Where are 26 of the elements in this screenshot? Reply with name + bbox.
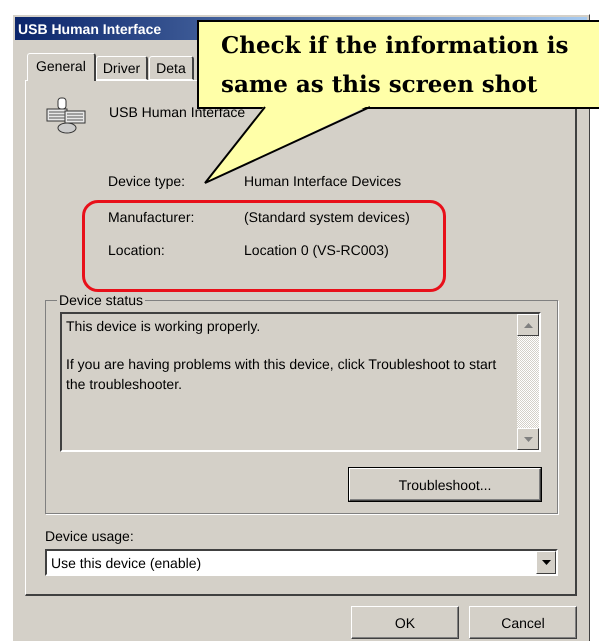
scrollbar[interactable] xyxy=(517,314,539,450)
property-label: Location: xyxy=(108,242,166,258)
dialog-button[interactable]: Cancel xyxy=(469,606,577,639)
down-arrow-icon xyxy=(524,436,532,442)
field-label: Device usage: xyxy=(45,528,135,544)
up-arrow-icon xyxy=(524,322,532,328)
status-text: If you are having problems with this device, click Troubleshoot to start the troubleshooter. xyxy=(66,355,498,394)
window-title: USB Human Interface xyxy=(18,20,162,36)
property-label: Device type: xyxy=(108,173,186,189)
tab[interactable]: Deta xyxy=(149,56,194,80)
property-value: (Standard system devices) xyxy=(244,209,411,225)
group-title: Device status xyxy=(58,292,144,308)
device-name: USB Human Interface xyxy=(109,104,246,120)
usage-dropdown[interactable]: Use this device (enable) xyxy=(45,549,558,576)
dropdown-arrow-icon xyxy=(542,560,550,565)
callout-text: same as this screen shot xyxy=(221,70,538,100)
property-value: Human Interface Devices xyxy=(244,173,402,189)
property-label: Manufacturer: xyxy=(108,209,196,225)
keyboard-mouse-icon xyxy=(45,97,87,135)
tab[interactable]: General xyxy=(27,53,96,81)
property-value: Location 0 (VS-RC003) xyxy=(244,242,390,258)
callout-text: Check if the information is xyxy=(221,31,570,61)
tab[interactable]: Driver xyxy=(96,56,148,80)
status-text: This device is working properly. xyxy=(66,317,262,336)
dialog-button[interactable]: OK xyxy=(351,606,459,639)
troubleshoot-button[interactable]: Troubleshoot... xyxy=(349,468,541,501)
